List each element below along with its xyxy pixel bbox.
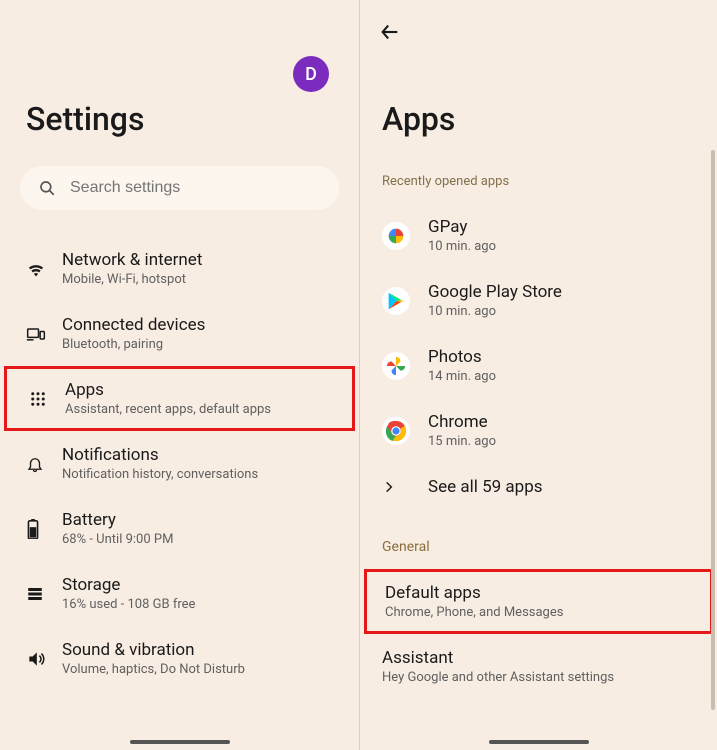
- scrollbar[interactable]: [711, 150, 715, 710]
- search-bar[interactable]: [20, 166, 339, 210]
- photos-icon: [382, 352, 410, 380]
- see-all-label: See all 59 apps: [428, 477, 543, 497]
- app-row-playstore[interactable]: Google Play Store 10 min. ago: [360, 268, 717, 333]
- page-title: Apps: [382, 100, 717, 138]
- avatar-letter: D: [305, 64, 317, 85]
- gpay-icon: [382, 222, 410, 250]
- devices-icon: [26, 324, 62, 344]
- app-row-gpay[interactable]: GPay 10 min. ago: [360, 203, 717, 268]
- row-title: Assistant: [382, 648, 699, 668]
- row-sub: Hey Google and other Assistant settings: [382, 670, 699, 685]
- settings-item-label: Battery: [62, 510, 339, 530]
- section-label-recent: Recently opened apps: [382, 174, 717, 189]
- arrow-left-icon: [379, 21, 401, 43]
- apps-pane: Apps Recently opened apps GPay 10 min. a…: [360, 0, 717, 750]
- play-store-icon: [382, 287, 410, 315]
- settings-item-label: Network & internet: [62, 250, 339, 270]
- nav-handle[interactable]: [130, 740, 230, 744]
- settings-item-sub: Volume, haptics, Do Not Disturb: [62, 662, 339, 677]
- app-name: Photos: [428, 347, 496, 367]
- apps-grid-icon: [29, 390, 65, 408]
- row-title: Default apps: [385, 583, 696, 603]
- avatar[interactable]: D: [293, 56, 329, 92]
- settings-item-sub: 16% used - 108 GB free: [62, 597, 339, 612]
- settings-item-label: Connected devices: [62, 315, 339, 335]
- settings-item-notifications[interactable]: Notifications Notification history, conv…: [0, 431, 359, 496]
- search-icon: [38, 179, 56, 197]
- settings-item-apps[interactable]: Apps Assistant, recent apps, default app…: [4, 366, 355, 431]
- wifi-icon: [26, 259, 62, 279]
- app-time: 15 min. ago: [428, 434, 496, 449]
- back-button[interactable]: [376, 18, 404, 46]
- bell-icon: [26, 455, 62, 473]
- settings-item-sub: Assistant, recent apps, default apps: [65, 402, 336, 417]
- chrome-icon: [382, 417, 410, 445]
- settings-item-network[interactable]: Network & internet Mobile, Wi-Fi, hotspo…: [0, 236, 359, 301]
- app-time: 10 min. ago: [428, 304, 562, 319]
- app-row-photos[interactable]: Photos 14 min. ago: [360, 333, 717, 398]
- assistant-row[interactable]: Assistant Hey Google and other Assistant…: [360, 634, 717, 699]
- nav-handle[interactable]: [489, 740, 589, 744]
- settings-item-sub: Notification history, conversations: [62, 467, 339, 482]
- storage-icon: [26, 585, 62, 603]
- settings-item-label: Storage: [62, 575, 339, 595]
- sound-icon: [26, 649, 62, 669]
- settings-pane: D Settings Network & internet Mobile, Wi…: [0, 0, 360, 750]
- settings-item-storage[interactable]: Storage 16% used - 108 GB free: [0, 561, 359, 626]
- see-all-apps[interactable]: See all 59 apps: [360, 463, 717, 511]
- settings-list: Network & internet Mobile, Wi-Fi, hotspo…: [0, 236, 359, 691]
- search-input[interactable]: [70, 179, 321, 197]
- settings-item-label: Apps: [65, 380, 336, 400]
- default-apps-row[interactable]: Default apps Chrome, Phone, and Messages: [364, 569, 713, 634]
- settings-item-battery[interactable]: Battery 68% - Until 9:00 PM: [0, 496, 359, 561]
- settings-item-sub: Bluetooth, pairing: [62, 337, 339, 352]
- app-name: Google Play Store: [428, 282, 562, 302]
- app-time: 10 min. ago: [428, 239, 496, 254]
- section-label-general: General: [382, 539, 717, 555]
- chevron-right-icon: [382, 480, 410, 494]
- app-name: Chrome: [428, 412, 496, 432]
- settings-item-devices[interactable]: Connected devices Bluetooth, pairing: [0, 301, 359, 366]
- settings-item-sound[interactable]: Sound & vibration Volume, haptics, Do No…: [0, 626, 359, 691]
- settings-item-label: Sound & vibration: [62, 640, 339, 660]
- settings-item-sub: 68% - Until 9:00 PM: [62, 532, 339, 547]
- app-row-chrome[interactable]: Chrome 15 min. ago: [360, 398, 717, 463]
- page-title: Settings: [26, 100, 359, 138]
- settings-item-sub: Mobile, Wi-Fi, hotspot: [62, 272, 339, 287]
- app-time: 14 min. ago: [428, 369, 496, 384]
- app-name: GPay: [428, 217, 496, 237]
- settings-item-label: Notifications: [62, 445, 339, 465]
- battery-icon: [26, 519, 62, 539]
- row-sub: Chrome, Phone, and Messages: [385, 605, 696, 620]
